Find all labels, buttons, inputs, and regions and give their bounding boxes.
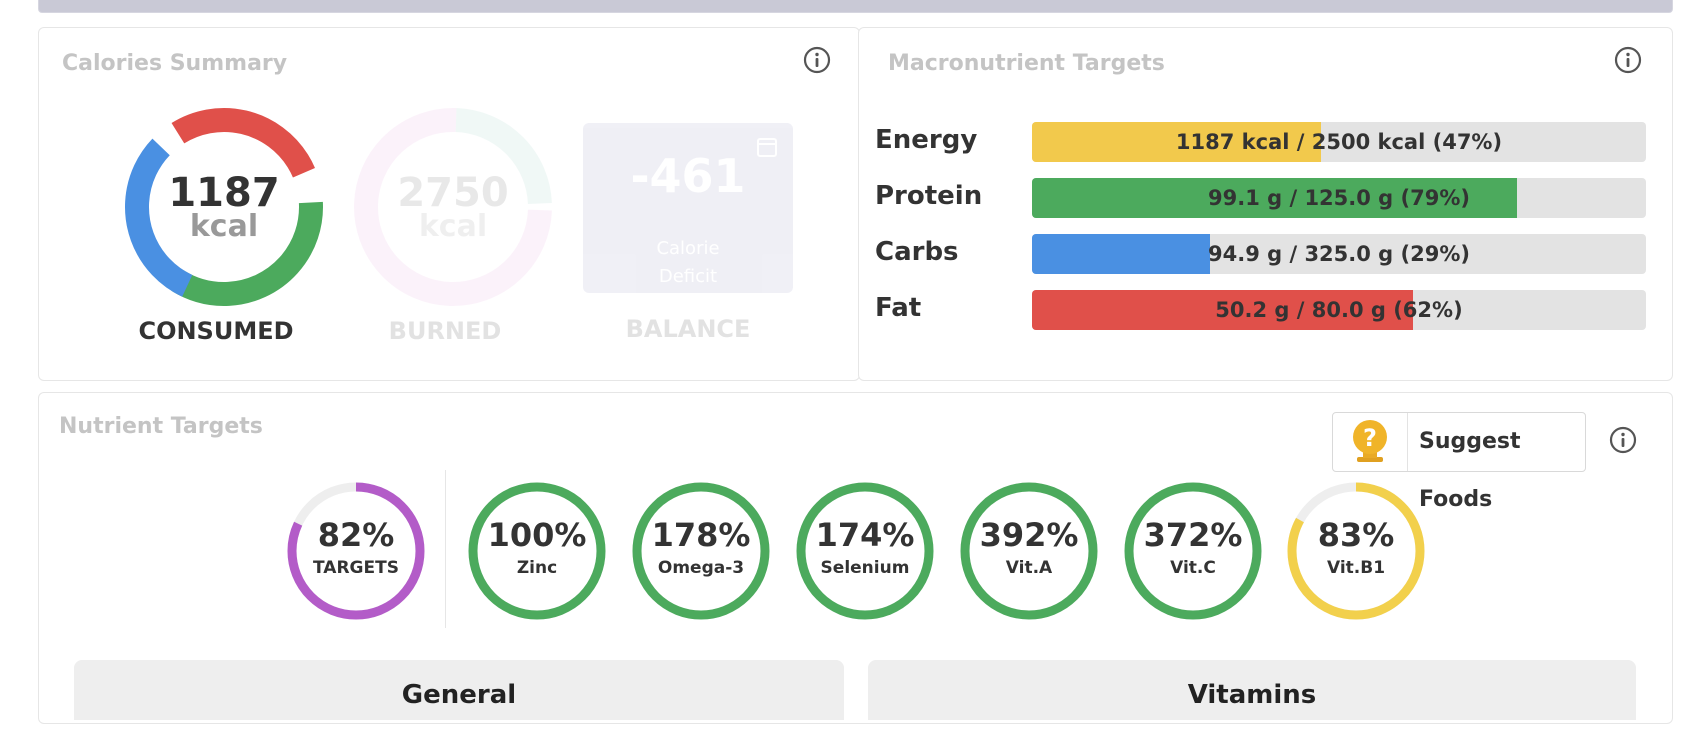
- macro-label-3: Fat: [875, 293, 922, 323]
- nutrient-percent: 372%: [1143, 516, 1243, 554]
- balance-sub-line2: Deficit: [658, 266, 718, 287]
- macro-progress-text: 50.2 g / 80.0 g (62%): [1215, 298, 1463, 322]
- balance-subtitle: Calorie Deficit: [583, 235, 793, 291]
- nutrient-percent: 83%: [1317, 516, 1395, 554]
- suggest-foods-label: Suggest Foods: [1419, 429, 1521, 512]
- top-bar: [38, 0, 1673, 13]
- burned-unit: kcal: [418, 209, 488, 244]
- nutrient-ring[interactable]: 82% TARGETS: [283, 478, 429, 624]
- consumed-label: CONSUMED: [138, 317, 294, 345]
- calories-summary-title: Calories Summary: [62, 51, 288, 76]
- consumed-unit: kcal: [189, 209, 259, 244]
- nutrient-ring[interactable]: 174% Selenium: [792, 478, 938, 624]
- nutrient-percent: 100%: [487, 516, 587, 554]
- macro-progress-bar: 1187 kcal / 2500 kcal (47%): [1032, 122, 1646, 162]
- macronutrient-targets-title: Macronutrient Targets: [888, 51, 1165, 76]
- balance-sub-line1: Calorie: [656, 238, 720, 259]
- burned-label: BURNED: [388, 317, 502, 345]
- nutrient-targets-title: Nutrient Targets: [59, 414, 263, 439]
- macro-progress-bar: 94.9 g / 325.0 g (29%): [1032, 234, 1646, 274]
- balance-card: -461 Calorie Deficit: [583, 123, 793, 293]
- nutrient-percent: 392%: [979, 516, 1079, 554]
- info-icon[interactable]: [803, 46, 831, 74]
- tab-general[interactable]: General: [74, 660, 844, 720]
- nutrient-name: Vit.B1: [1326, 558, 1386, 578]
- macro-label-2: Carbs: [875, 237, 959, 267]
- nutrient-ring[interactable]: 83% Vit.B1: [1283, 478, 1429, 624]
- nutrient-name: Vit.A: [1005, 558, 1053, 578]
- nutrient-ring[interactable]: 392% Vit.A: [956, 478, 1102, 624]
- nutrient-name: Zinc: [516, 558, 558, 578]
- suggest-foods-button[interactable]: ? Suggest Foods: [1332, 412, 1586, 512]
- suggest-icon-wrap: ?: [1333, 413, 1408, 471]
- macro-progress-bar: 99.1 g / 125.0 g (79%): [1032, 178, 1646, 218]
- macro-progress-text: 1187 kcal / 2500 kcal (47%): [1175, 130, 1503, 154]
- question-medal-icon: ?: [1353, 420, 1387, 462]
- macro-progress-bar: 50.2 g / 80.0 g (62%): [1032, 290, 1646, 330]
- svg-text:?: ?: [1363, 424, 1377, 452]
- macro-label-1: Protein: [875, 181, 983, 211]
- nutrient-percent: 174%: [815, 516, 915, 554]
- macro-progress-text: 99.1 g / 125.0 g (79%): [1208, 186, 1470, 210]
- nutrient-name: Vit.C: [1170, 558, 1216, 578]
- nutrient-ring[interactable]: 178% Omega-3: [628, 478, 774, 624]
- info-icon[interactable]: [1609, 426, 1637, 454]
- nutrient-percent: 178%: [651, 516, 751, 554]
- nutrient-percent: 82%: [317, 516, 395, 554]
- balance-label: BALANCE: [625, 315, 751, 343]
- nutrient-ring[interactable]: 100% Zinc: [464, 478, 610, 624]
- macro-label-0: Energy: [875, 125, 978, 155]
- targets-divider: [445, 470, 446, 628]
- burned-ring: 2750 kcal: [353, 107, 553, 307]
- nutrient-name: TARGETS: [313, 558, 399, 578]
- nutrient-ring[interactable]: 372% Vit.C: [1120, 478, 1266, 624]
- tab-vitamins[interactable]: Vitamins: [868, 660, 1636, 720]
- info-icon[interactable]: [1614, 46, 1642, 74]
- consumed-ring: 1187 kcal: [124, 107, 324, 307]
- nutrient-name: Selenium: [820, 558, 910, 578]
- nutrient-name: Omega-3: [657, 558, 745, 578]
- macro-progress-text: 94.9 g / 325.0 g (29%): [1208, 242, 1470, 266]
- balance-value: -461: [630, 149, 746, 203]
